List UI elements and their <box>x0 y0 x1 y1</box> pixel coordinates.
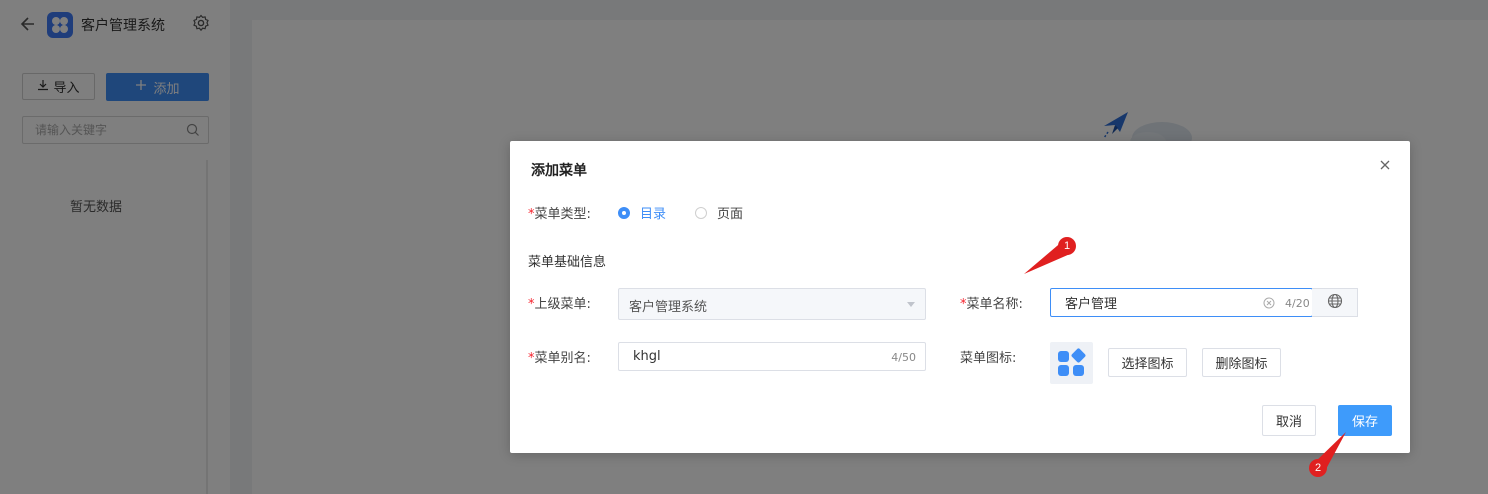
menu-icon-label: 菜单图标: <box>960 351 1017 366</box>
section-title: 菜单基础信息 <box>528 255 607 270</box>
delete-icon-button[interactable]: 删除图标 <box>1202 348 1281 377</box>
parent-menu-label-text: 上级菜单: <box>534 297 591 312</box>
select-icon-button[interactable]: 选择图标 <box>1108 348 1187 377</box>
caret-down-icon <box>907 302 915 307</box>
radio-directory-label: 目录 <box>640 207 667 222</box>
clear-icon[interactable] <box>1263 297 1275 309</box>
add-menu-dialog: 添加菜单 *菜单类型: 目录 页面 菜单基础信息 *上级菜单: 客户管理系统 *… <box>510 141 1410 453</box>
menu-name-count: 4/20 <box>1285 297 1310 310</box>
radio-page[interactable]: 页面 <box>695 203 743 222</box>
radio-page-label: 页面 <box>717 207 744 222</box>
save-button[interactable]: 保存 <box>1338 405 1392 436</box>
menu-alias-input[interactable] <box>619 343 879 370</box>
radio-directory[interactable]: 目录 <box>618 203 666 222</box>
radio-unchecked-icon <box>695 206 707 219</box>
menu-alias-count: 4/50 <box>891 351 916 364</box>
parent-menu-label: *上级菜单: <box>528 293 591 312</box>
parent-menu-value: 客户管理系统 <box>629 300 708 315</box>
menu-name-label: *菜单名称: <box>960 293 1023 312</box>
dialog-title: 添加菜单 <box>531 163 587 179</box>
menu-alias-label-text: 菜单别名: <box>534 351 591 366</box>
radio-checked-icon <box>618 206 630 219</box>
menu-name-field: 4/20 <box>1050 288 1313 317</box>
menu-alias-field: 4/50 <box>618 342 926 371</box>
cancel-button[interactable]: 取消 <box>1262 405 1316 436</box>
menu-alias-label: *菜单别名: <box>528 347 591 366</box>
menu-name-input[interactable] <box>1051 289 1251 316</box>
translate-button[interactable] <box>1312 288 1358 317</box>
menu-type-label: *菜单类型: <box>528 203 591 222</box>
parent-menu-select[interactable]: 客户管理系统 <box>618 288 926 320</box>
grid-apps-icon <box>1050 342 1093 384</box>
menu-type-label-text: 菜单类型: <box>534 207 591 222</box>
close-icon[interactable] <box>1378 158 1392 172</box>
menu-name-label-text: 菜单名称: <box>966 297 1023 312</box>
globe-icon <box>1327 293 1343 313</box>
